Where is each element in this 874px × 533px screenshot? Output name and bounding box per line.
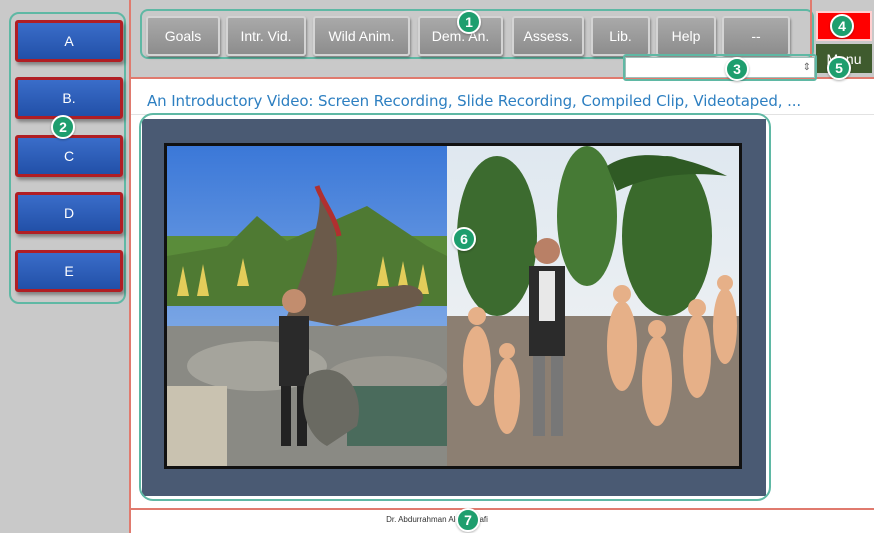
extra-button[interactable]: -- (722, 16, 790, 56)
intro-video-button[interactable]: Intr. Vid. (226, 16, 306, 56)
sidebar-button-c[interactable]: C (15, 135, 123, 177)
sidebar-button-e[interactable]: E (15, 250, 123, 292)
assessment-button[interactable]: Assess. (512, 16, 584, 56)
goals-button[interactable]: Goals (146, 16, 220, 56)
sidebar-button-d[interactable]: D (15, 192, 123, 234)
annotation-badge-6: 6 (452, 227, 476, 251)
scroll-arrows-icon: ⇕ (802, 62, 811, 73)
annotation-badge-7: 7 (456, 508, 480, 532)
library-button[interactable]: Lib. (591, 16, 650, 56)
annotation-badge-1: 1 (457, 10, 481, 34)
video-frame[interactable] (164, 143, 742, 469)
video-thumbnail-image (167, 146, 739, 466)
footer-author: Dr. Abdurrahman Al-Mekhlafi (386, 515, 488, 524)
annotation-badge-3: 3 (725, 57, 749, 81)
wild-animals-button[interactable]: Wild Anim. (313, 16, 410, 56)
help-button[interactable]: Help (656, 16, 716, 56)
annotation-badge-2: 2 (51, 115, 75, 139)
annotation-badge-5: 5 (827, 56, 851, 80)
sidebar-button-b[interactable]: B. (15, 77, 123, 119)
page-selector[interactable]: ⇕ (625, 57, 815, 78)
page-title: An Introductory Video: Screen Recording,… (147, 92, 802, 110)
sidebar-button-a[interactable]: A (15, 20, 123, 62)
annotation-badge-4: 4 (830, 14, 854, 38)
footer-divider (131, 508, 874, 510)
